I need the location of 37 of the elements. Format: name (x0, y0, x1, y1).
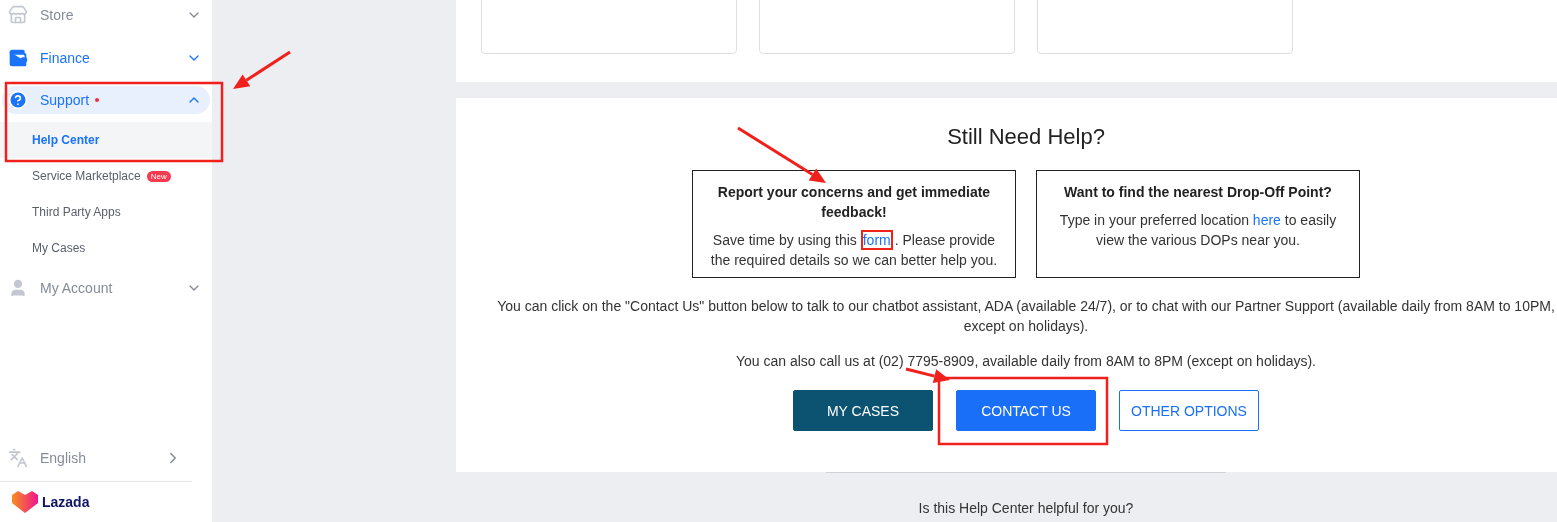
store-icon (8, 4, 28, 25)
card-text: Save time by using this form . Please provide the required details so we can better help you. (709, 231, 999, 270)
card-title: Report your concerns and get immediate feedback! (716, 183, 992, 222)
wallet-icon (8, 47, 28, 68)
text-link[interactable]: here (1252, 212, 1281, 228)
sidebar-item[interactable]: Store (40, 6, 174, 23)
submenu-item[interactable]: Third Party Apps (0, 194, 212, 230)
text-link[interactable]: form (862, 232, 891, 248)
submenu-label: My Cases (32, 241, 86, 255)
submenu-label: Third Party Apps (32, 205, 121, 219)
logo-text: Lazada (42, 494, 90, 510)
submenu-item[interactable]: Service Marketplace New (0, 158, 212, 194)
feedback-question: Is this Help Center helpful for you? (918, 500, 1134, 516)
translate-icon (8, 448, 28, 468)
pointer-arrow (233, 50, 291, 89)
language-selector[interactable]: English (40, 450, 152, 466)
card-text: Type in your preferred location here to easily view the various DOPs near you. (1058, 211, 1338, 250)
sidebar-item[interactable]: Support (40, 92, 174, 108)
options-button[interactable]: OTHER OPTIONS (1119, 390, 1259, 431)
card-title: Want to find the nearest Drop-Off Point? (1064, 183, 1332, 202)
submenu-item[interactable]: Help Center (0, 122, 212, 158)
cases-button[interactable]: MY CASES (793, 390, 933, 431)
new-badge: New (146, 170, 171, 182)
submenu-item[interactable]: My Cases (0, 230, 212, 266)
sidebar-item[interactable]: Finance (40, 49, 174, 66)
heart-logo-icon (12, 491, 38, 513)
user-icon (8, 277, 28, 298)
contact-button[interactable]: CONTACT US (956, 390, 1096, 431)
pointer-arrow (905, 367, 950, 383)
sidebar-item[interactable]: My Account (40, 279, 174, 296)
phone-text: You can also call us at (02) 7795-8909, available daily from 8AM to 8PM (except on holidays). (736, 353, 1316, 369)
submenu-label: Service Marketplace (32, 169, 141, 183)
help-icon (8, 90, 28, 110)
submenu-label: Help Center (32, 133, 100, 147)
section-title: Still Need Help? (947, 124, 1105, 151)
info-text: You can click on the "Contact Us" button below to talk to our chatbot assistant, ADA (available 24/7), or to chat with our Partner Support (available daily from 8AM to 10PM, except on holidays). (496, 297, 1556, 336)
sidebar-item-highlight[interactable]: Support (2, 86, 210, 114)
